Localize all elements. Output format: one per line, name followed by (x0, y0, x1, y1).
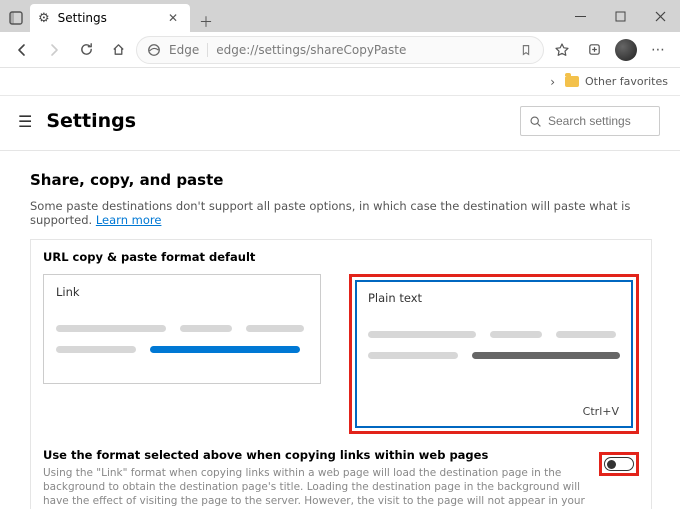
refresh-button[interactable] (72, 36, 100, 64)
maximize-button[interactable] (600, 0, 640, 32)
setting-row: Use the format selected above when copyi… (43, 448, 639, 509)
tab-title: Settings (58, 11, 164, 25)
url-copy-paste-block: URL copy & paste format default Link Pla… (30, 239, 652, 509)
option-link[interactable]: Link (43, 274, 321, 384)
back-button[interactable] (8, 36, 36, 64)
window-controls (560, 0, 680, 32)
favorites-bar: › Other favorites (0, 68, 680, 96)
page-title: Settings (46, 110, 136, 132)
other-favorites-folder[interactable]: Other favorites (565, 75, 668, 88)
url-text: edge://settings/shareCopyPaste (216, 43, 511, 57)
edge-logo-icon (147, 43, 161, 57)
new-tab-button[interactable]: ＋ (192, 12, 220, 32)
setting-description: Using the "Link" format when copying lin… (43, 466, 589, 509)
option-link-label: Link (56, 285, 308, 299)
learn-more-link[interactable]: Learn more (96, 213, 162, 227)
format-options: Link Plain text Ctrl+V (43, 274, 639, 434)
keyboard-shortcut-label: Ctrl+V (583, 405, 619, 418)
chevron-right-icon[interactable]: › (550, 75, 555, 89)
setting-title: Use the format selected above when copyi… (43, 448, 589, 462)
address-bar[interactable]: Edge edge://settings/shareCopyPaste (136, 36, 544, 64)
highlight-box-toggle (599, 452, 639, 476)
collections-button[interactable] (580, 36, 608, 64)
reading-view-icon[interactable] (519, 43, 533, 57)
folder-icon (565, 76, 579, 87)
profile-button[interactable] (612, 36, 640, 64)
gear-icon: ⚙ (38, 11, 50, 26)
close-icon[interactable]: ✕ (164, 11, 182, 25)
home-button[interactable] (104, 36, 132, 64)
forward-button[interactable] (40, 36, 68, 64)
hamburger-icon[interactable]: ☰ (18, 112, 32, 131)
browser-tab[interactable]: ⚙ Settings ✕ (30, 4, 190, 32)
toggle-switch[interactable] (604, 457, 634, 471)
url-scheme-label: Edge (169, 43, 208, 57)
option-plain-label: Plain text (368, 291, 620, 305)
section-title: Share, copy, and paste (30, 171, 652, 189)
search-field[interactable] (548, 114, 680, 128)
avatar-icon (615, 39, 637, 61)
highlight-box-option: Plain text Ctrl+V (349, 274, 639, 434)
title-bar: ⚙ Settings ✕ ＋ (0, 0, 680, 32)
search-settings-input[interactable] (520, 106, 660, 136)
settings-header: ☰ Settings (0, 96, 680, 136)
block-title: URL copy & paste format default (43, 250, 639, 264)
settings-content: Share, copy, and paste Some paste destin… (0, 151, 680, 509)
option-plain-text[interactable]: Plain text Ctrl+V (355, 280, 633, 428)
tab-strip: ⚙ Settings ✕ ＋ (0, 0, 220, 32)
search-icon (529, 115, 542, 128)
minimize-button[interactable] (560, 0, 600, 32)
close-window-button[interactable] (640, 0, 680, 32)
section-description: Some paste destinations don't support al… (30, 199, 652, 227)
toggle-knob (607, 460, 616, 469)
favorites-button[interactable] (548, 36, 576, 64)
more-button[interactable]: ⋯ (644, 36, 672, 64)
other-favorites-label: Other favorites (585, 75, 668, 88)
tab-actions-button[interactable] (2, 4, 30, 32)
toolbar: Edge edge://settings/shareCopyPaste ⋯ (0, 32, 680, 68)
